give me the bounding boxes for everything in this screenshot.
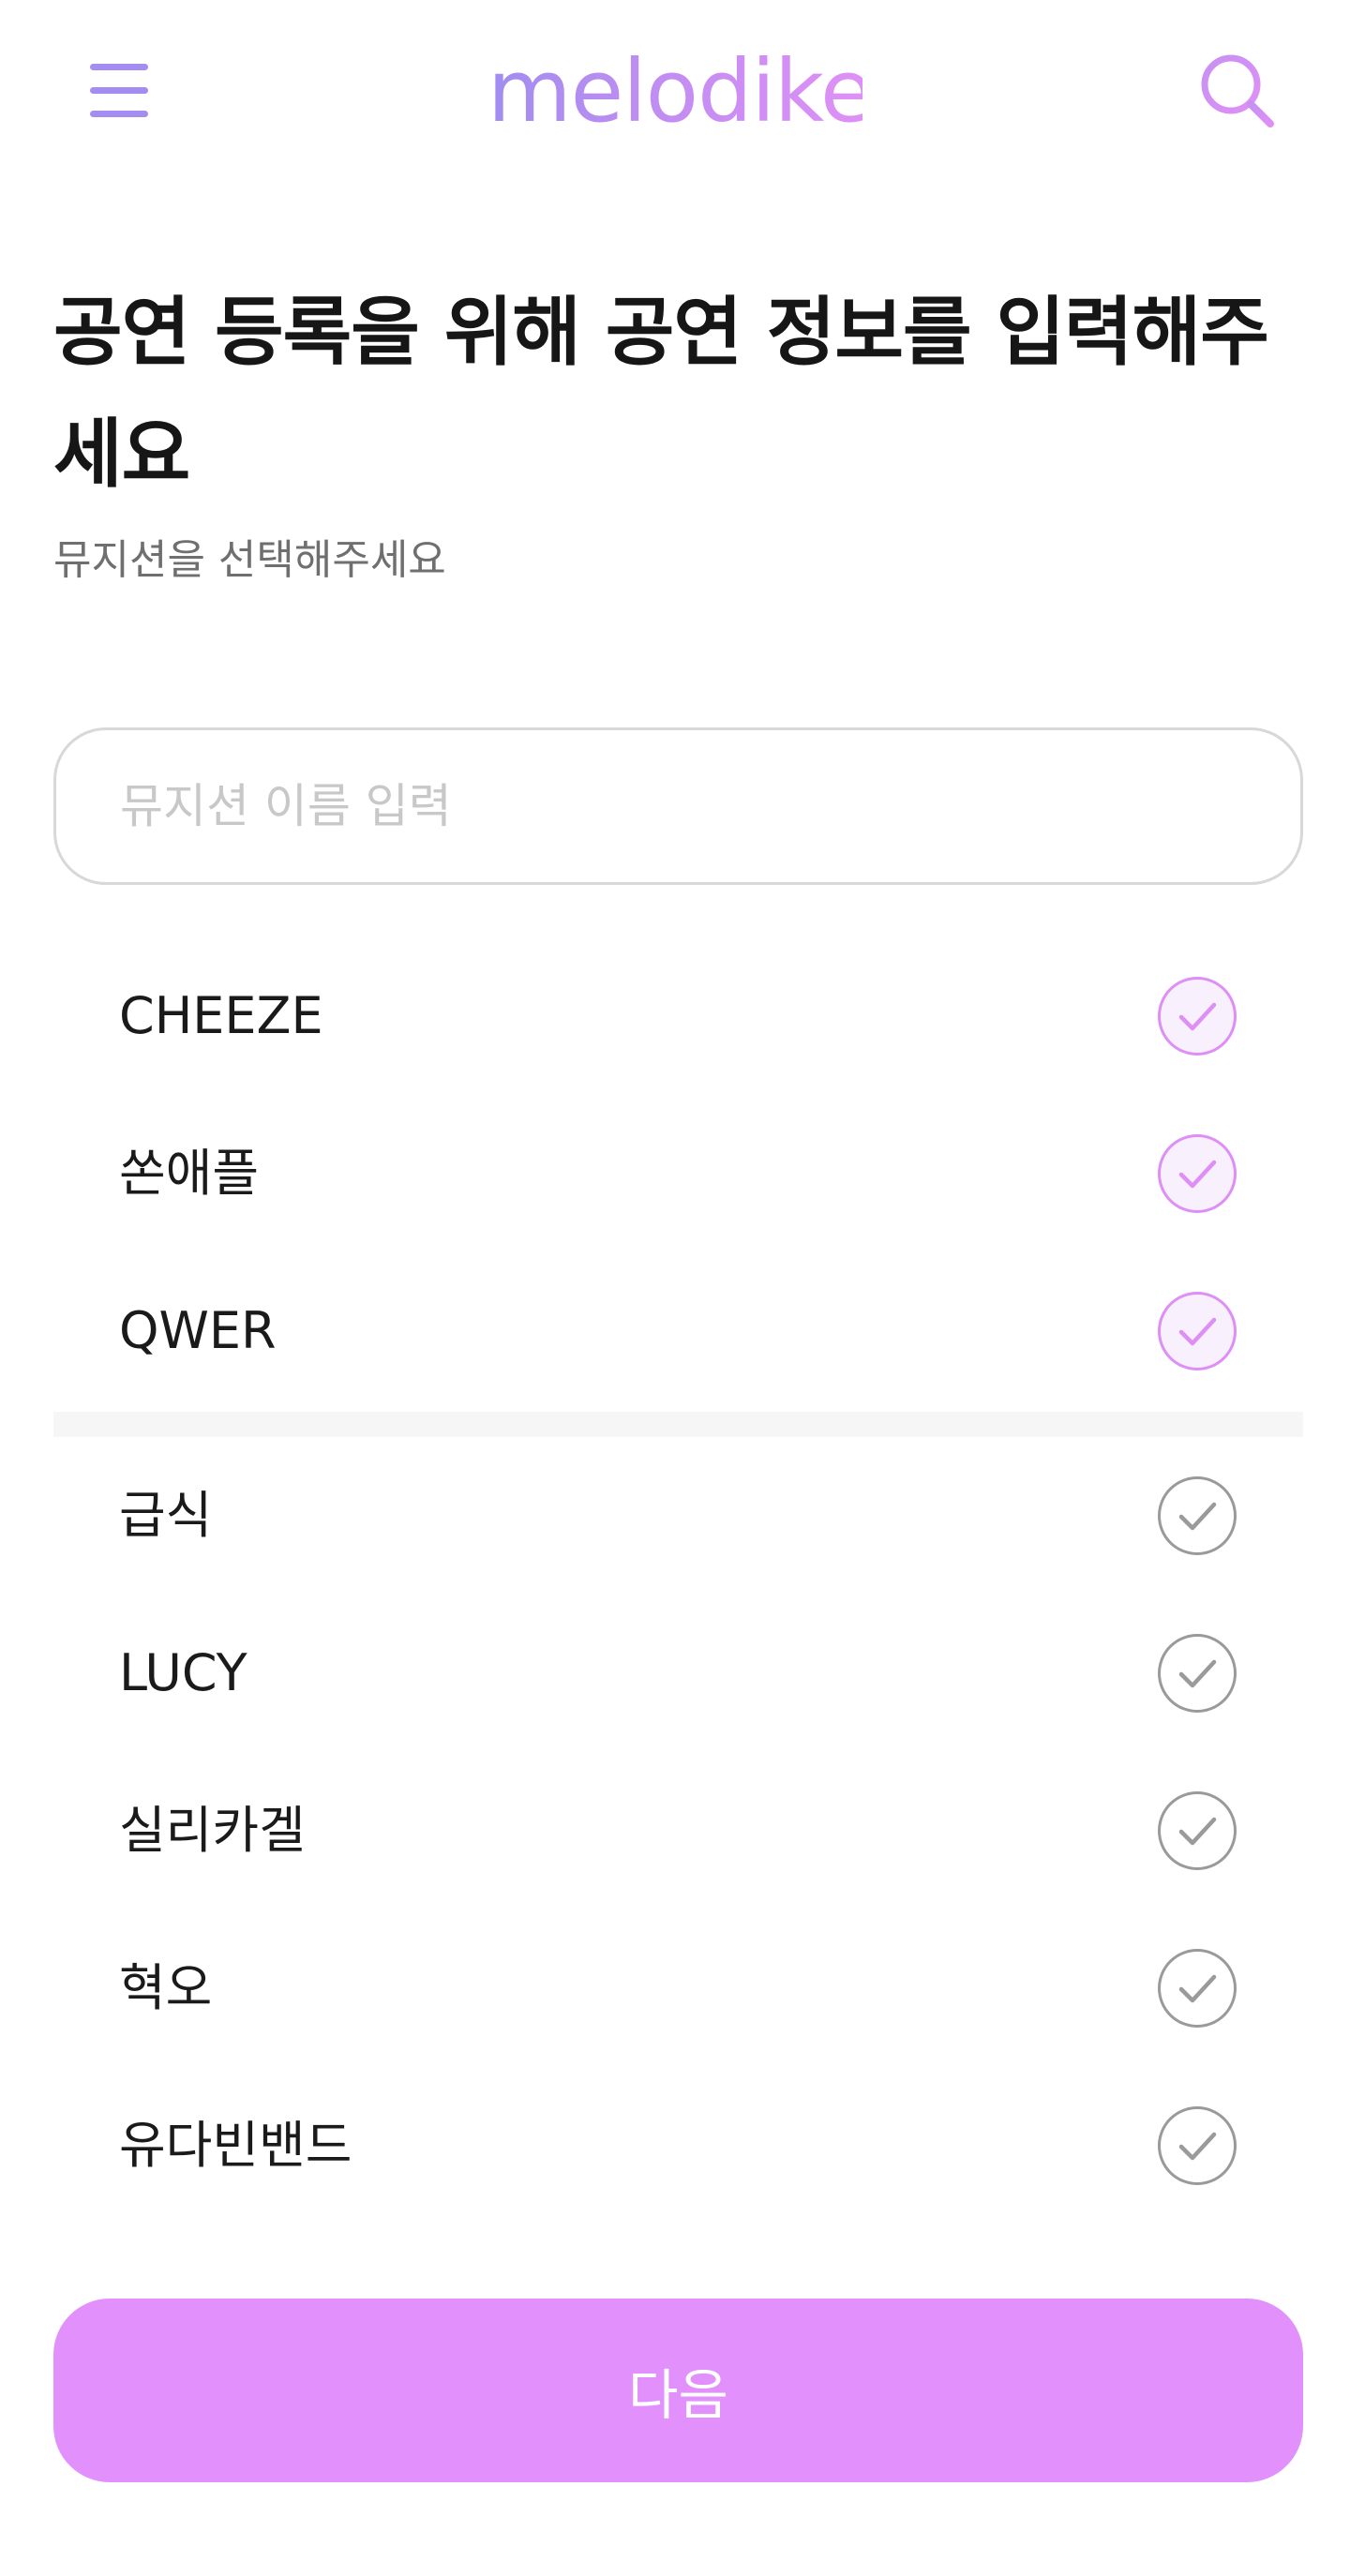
musician-name-input[interactable] [120,730,1226,882]
check-icon [1178,1817,1217,1846]
select-checkbox[interactable] [1158,1634,1237,1713]
page-subtitle: 뮤지션을 선택해주세요 [53,536,446,584]
select-checkbox[interactable] [1158,1476,1237,1555]
check-icon [1178,1502,1217,1531]
check-icon [1178,1974,1217,2003]
page: melodiket 공연 등록을 위해 공연 정보를 입력해주세요 뮤지션을 선… [0,0,1350,2576]
list-divider [53,1412,1303,1437]
check-icon [1178,1002,1217,1031]
selected-musician-list: CHEEZE 쏜애플 QWER [53,937,1303,1410]
select-checkbox[interactable] [1158,977,1237,1056]
musician-name: LUCY [119,1643,248,1702]
search-icon [1201,54,1274,127]
musician-list: 급식 LUCY 실리카겔혁오유다빈밴드 [53,1437,1303,2224]
musician-name: 쏜애플 [119,1144,260,1203]
musician-row[interactable]: 유다빈밴드 [53,2067,1303,2224]
musician-name: 실리카겔 [119,1801,306,1860]
select-checkbox[interactable] [1158,2106,1237,2185]
musician-row[interactable]: 쏜애플 [53,1095,1303,1252]
musician-row[interactable]: QWER [53,1252,1303,1410]
search-button[interactable] [1195,49,1280,133]
app-logo[interactable]: melodiket [488,36,907,148]
app-header: melodiket [0,0,1350,183]
musician-row[interactable]: CHEEZE [53,937,1303,1095]
musician-name: CHEEZE [119,986,323,1045]
musician-row[interactable]: 급식 [53,1437,1303,1595]
musician-row[interactable]: 혁오 [53,1910,1303,2067]
musician-row[interactable]: 실리카겔 [53,1752,1303,1910]
next-button[interactable]: 다음 [53,2299,1303,2482]
page-title: 공연 등록을 위해 공연 정보를 입력해주세요 [53,289,1269,498]
musician-name: 급식 [119,1486,213,1545]
musician-search-field[interactable] [53,727,1303,885]
musician-name: 혁오 [119,1958,213,2017]
check-icon [1178,1317,1217,1346]
musician-row[interactable]: LUCY [53,1595,1303,1752]
check-icon [1178,2132,1217,2161]
check-icon [1178,1659,1217,1688]
musician-name: 유다빈밴드 [119,2116,352,2175]
menu-button[interactable] [86,60,152,120]
select-checkbox[interactable] [1158,1292,1237,1370]
select-checkbox[interactable] [1158,1791,1237,1870]
musician-name: QWER [119,1301,277,1360]
check-icon [1178,1160,1217,1189]
select-checkbox[interactable] [1158,1134,1237,1213]
select-checkbox[interactable] [1158,1949,1237,2028]
